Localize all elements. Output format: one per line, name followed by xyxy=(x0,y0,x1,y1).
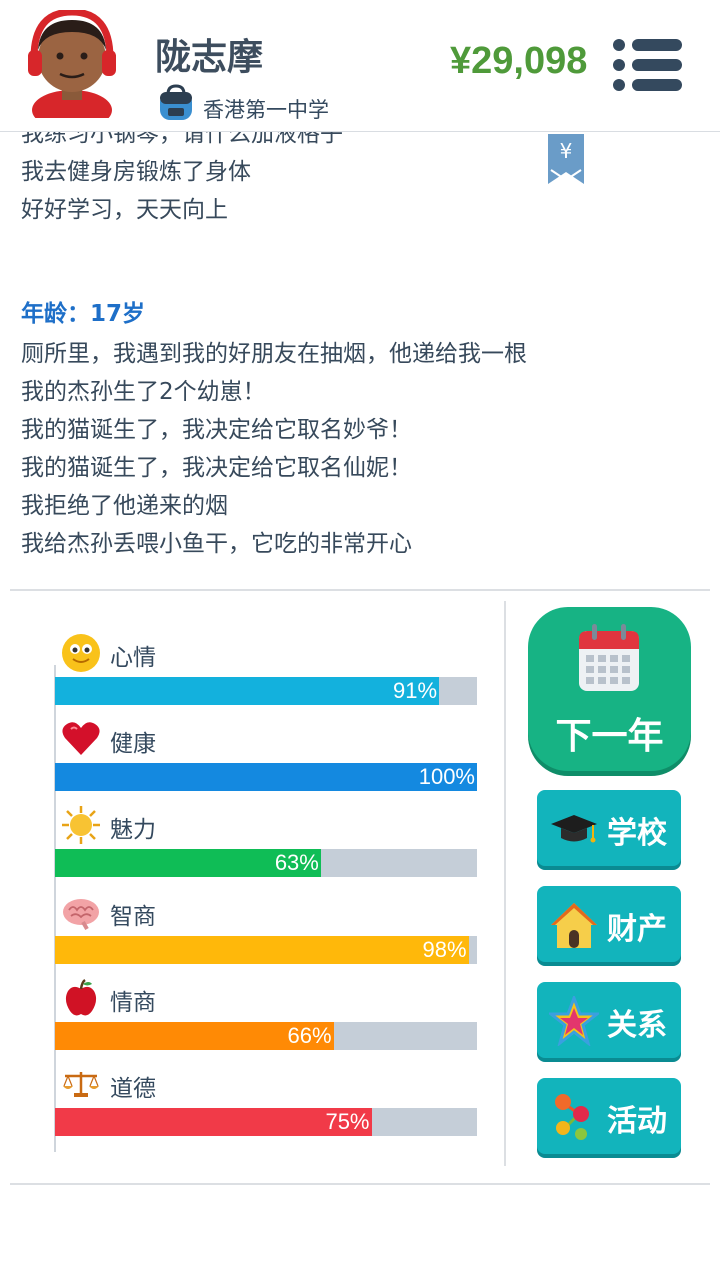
stat-bar: 63% xyxy=(55,849,477,877)
log-line: 我给杰孙丢喂小鱼干，它吃的非常开心 xyxy=(21,531,412,557)
log-line: 我的杰孙生了2个幼崽！ xyxy=(21,379,266,405)
heart-icon xyxy=(62,722,100,755)
money-balance: ¥29,098 xyxy=(450,40,588,82)
activities-label: 活动 xyxy=(607,1104,667,1139)
menu-icon[interactable] xyxy=(612,38,684,92)
log-line: 我练习小钢琴，请什么加液格子 xyxy=(21,132,343,147)
stat-label: 魅力 xyxy=(110,817,156,843)
school-label: 学校 xyxy=(607,816,667,851)
relations-label: 关系 xyxy=(607,1008,667,1043)
log-line: 厕所里，我遇到我的好朋友在抽烟，他递给我一根 xyxy=(21,341,527,367)
stat-label: 健康 xyxy=(110,731,156,757)
backpack-icon xyxy=(160,84,192,120)
divider xyxy=(10,1183,710,1185)
stat-bar: 66% xyxy=(55,1022,477,1050)
top-bar: 陇志摩 香港第一中学 ¥29,098 xyxy=(0,0,720,132)
stat-percent: 66% xyxy=(287,1023,332,1048)
avatar[interactable] xyxy=(24,10,120,118)
bookmark-symbol: ¥ xyxy=(560,139,573,163)
school-button[interactable]: 学校 xyxy=(537,790,681,866)
sun-icon xyxy=(62,806,100,844)
activities-icon xyxy=(555,1094,589,1140)
activities-button[interactable]: 活动 xyxy=(537,1078,681,1154)
stat-bar: 91% xyxy=(55,677,477,705)
stat-bar-fill: 98% xyxy=(55,936,469,964)
stat-percent: 63% xyxy=(274,850,319,875)
graduation-cap-icon xyxy=(551,815,597,843)
stat-bar-fill: 100% xyxy=(55,763,477,791)
divider xyxy=(10,589,710,591)
stat-bar-fill: 66% xyxy=(55,1022,334,1050)
divider xyxy=(504,601,506,1166)
stat-bar: 98% xyxy=(55,936,477,964)
scales-icon xyxy=(63,1072,99,1097)
property-label: 财产 xyxy=(607,912,667,947)
stat-label: 智商 xyxy=(110,904,156,930)
school-name: 香港第一中学 xyxy=(203,98,329,122)
apple-icon xyxy=(65,978,97,1016)
age-heading: 年龄：17岁 xyxy=(21,301,146,327)
brain-icon xyxy=(63,899,99,930)
stat-percent: 91% xyxy=(392,678,438,703)
stat-percent: 75% xyxy=(325,1109,370,1134)
stat-label: 道德 xyxy=(110,1076,156,1102)
next-year-label: 下一年 xyxy=(555,716,664,757)
relations-button[interactable]: 关系 xyxy=(537,982,681,1058)
property-button[interactable]: 财产 xyxy=(537,886,681,962)
stat-label: 心情 xyxy=(110,645,156,671)
stat-label: 情商 xyxy=(110,990,156,1016)
stat-bar: 75% xyxy=(55,1108,477,1136)
event-log[interactable]: 我练习小钢琴，请什么加液格子 我去健身房锻炼了身体 好好学习，天天向上 年龄：1… xyxy=(0,132,720,590)
stat-percent: 98% xyxy=(422,937,467,962)
smiley-icon xyxy=(62,634,100,672)
player-name: 陇志摩 xyxy=(155,37,264,78)
star-icon xyxy=(549,996,599,1046)
log-line: 我拒绝了他递来的烟 xyxy=(21,493,228,519)
log-line: 好好学习，天天向上 xyxy=(21,197,228,223)
stat-bar-fill: 91% xyxy=(55,677,440,705)
money-bookmark-icon[interactable]: ¥ xyxy=(547,134,585,186)
log-line: 我去健身房锻炼了身体 xyxy=(21,159,251,185)
log-line: 我的猫诞生了，我决定给它取名妙爷！ xyxy=(21,417,412,443)
stat-percent: 100% xyxy=(418,764,475,789)
stat-bar-fill: 63% xyxy=(55,849,321,877)
log-line: 我的猫诞生了，我决定给它取名仙妮！ xyxy=(21,455,412,481)
house-icon xyxy=(551,903,597,948)
calendar-icon xyxy=(579,624,639,691)
next-year-button[interactable]: 下一年 xyxy=(528,607,691,771)
stat-bar: 100% xyxy=(55,763,477,791)
stat-bar-fill: 75% xyxy=(55,1108,372,1136)
stats-axis xyxy=(54,665,56,1152)
